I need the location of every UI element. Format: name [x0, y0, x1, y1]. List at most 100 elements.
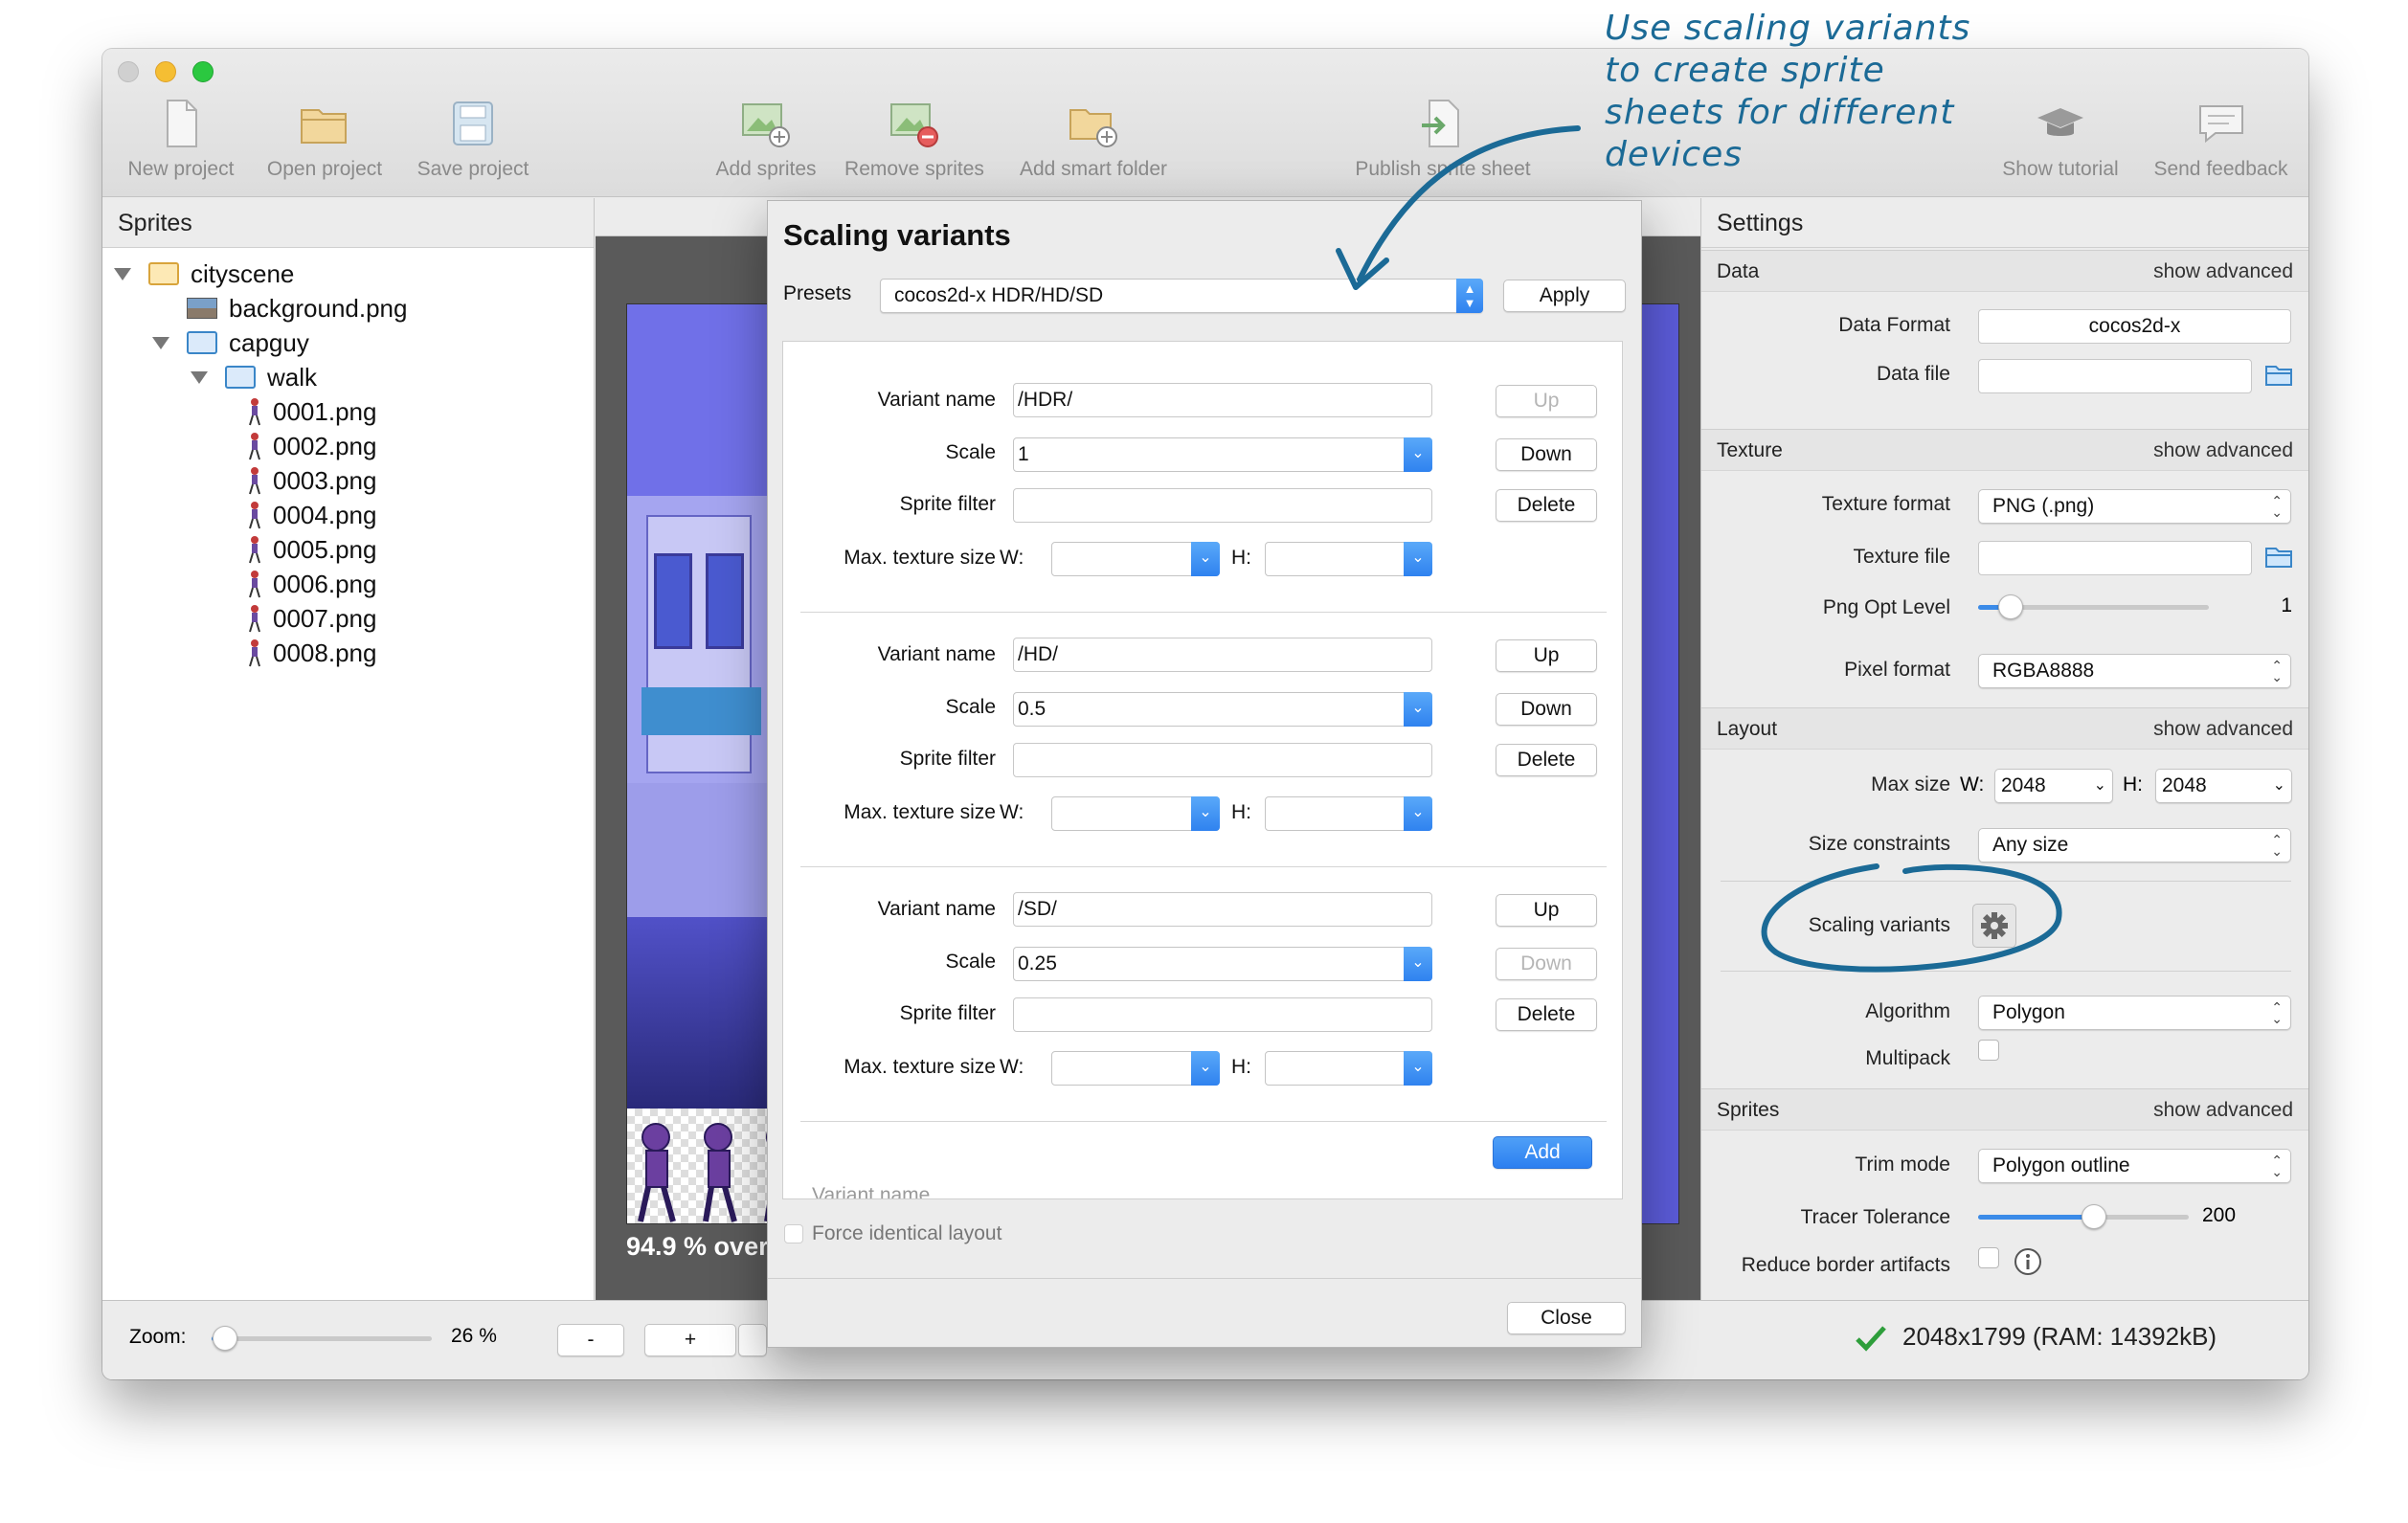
show-tutorial-button[interactable]: Show tutorial — [1989, 97, 2132, 181]
delete-variant-button[interactable]: Delete — [1496, 998, 1597, 1031]
tree-item[interactable]: 0007.png — [102, 602, 591, 635]
move-up-button[interactable]: Up — [1496, 385, 1597, 417]
presets-select[interactable]: cocos2d-x HDR/HD/SD ▲ ▼ — [880, 279, 1483, 313]
sprites-show-advanced-link[interactable]: show advanced — [2153, 1089, 2293, 1131]
zoom-out-button[interactable]: - — [557, 1324, 624, 1356]
layout-section-header: Layout show advanced — [1701, 707, 2308, 750]
move-down-button[interactable]: Down — [1496, 948, 1597, 980]
tree-item[interactable]: 0002.png — [102, 430, 591, 462]
move-down-button[interactable]: Down — [1496, 438, 1597, 471]
save-project-button[interactable]: Save project — [401, 97, 545, 181]
pixel-format-select[interactable]: RGBA8888 ⌃ ⌄ — [1978, 654, 2291, 688]
zoom-slider[interactable] — [212, 1326, 432, 1351]
texture-show-advanced-link[interactable]: show advanced — [2153, 430, 2293, 472]
publish-sprite-sheet-label: Publish sprite sheet — [1355, 158, 1531, 180]
minimize-window-button[interactable] — [155, 61, 176, 82]
sprite-filter-field[interactable] — [1013, 743, 1432, 777]
move-down-button[interactable]: Down — [1496, 693, 1597, 726]
info-icon[interactable] — [2014, 1247, 2042, 1276]
annotation-line-3: sheets for different — [1605, 93, 1955, 132]
data-file-folder-icon[interactable] — [2264, 363, 2293, 388]
open-project-button[interactable]: Open project — [253, 97, 396, 181]
chevron-down-icon: ⌄ — [1404, 542, 1432, 576]
tree-item[interactable]: 0008.png — [102, 637, 591, 669]
max-size-w-combo[interactable]: 2048 ⌄ — [1994, 769, 2113, 803]
variants-list: Variant name/HDR/Up Scale 1 ⌄ Down Sprite fil… — [782, 341, 1623, 1199]
move-up-button[interactable]: Up — [1496, 639, 1597, 672]
scaling-variants-button[interactable] — [1972, 904, 2016, 948]
data-show-advanced-link[interactable]: show advanced — [2153, 251, 2293, 293]
delete-variant-button[interactable]: Delete — [1496, 744, 1597, 776]
add-image-icon — [742, 103, 790, 147]
send-feedback-button[interactable]: Send feedback — [2142, 97, 2300, 181]
layout-show-advanced-link[interactable]: show advanced — [2153, 708, 2293, 750]
max-size-h-label: H: — [2123, 773, 2143, 795]
folder-icon — [187, 331, 217, 354]
max-texture-w-combo[interactable]: ⌄ — [1051, 1051, 1220, 1086]
zoom-fit-button[interactable] — [738, 1324, 767, 1356]
variant-block: Variant name/HD/Up Scale 0.5 ⌄ Down Sprite fi… — [783, 616, 1622, 870]
move-up-button[interactable]: Up — [1496, 894, 1597, 927]
disclosure-triangle-icon[interactable] — [114, 268, 131, 280]
png-opt-level-slider[interactable] — [1978, 594, 2209, 619]
save-disk-icon — [453, 101, 493, 146]
delete-variant-button[interactable]: Delete — [1496, 489, 1597, 522]
png-opt-level-knob[interactable] — [1998, 594, 2023, 619]
tree-item[interactable]: background.png — [102, 292, 591, 325]
variant-separator — [800, 1121, 1607, 1122]
close-dialog-button[interactable]: Close — [1507, 1302, 1626, 1334]
add-smart-folder-button[interactable]: Add smart folder — [998, 97, 1189, 181]
publish-sprite-sheet-button[interactable]: Publish sprite sheet — [1328, 97, 1558, 181]
max-texture-h-combo[interactable]: ⌄ — [1265, 796, 1432, 831]
texture-file-field[interactable] — [1978, 541, 2252, 575]
force-identical-layout-checkbox[interactable] — [784, 1224, 803, 1243]
trim-mode-select[interactable]: Polygon outline ⌃ ⌄ — [1978, 1149, 2291, 1183]
new-project-button[interactable]: New project — [114, 97, 248, 181]
image-thumbnail-icon — [187, 298, 217, 319]
sprite-filter-field[interactable] — [1013, 997, 1432, 1032]
disclosure-triangle-icon[interactable] — [152, 337, 169, 349]
scale-combo[interactable]: 0.25 ⌄ — [1013, 947, 1432, 981]
add-variant-button[interactable]: Add — [1493, 1136, 1592, 1169]
max-size-h-combo[interactable]: 2048 ⌄ — [2155, 769, 2292, 803]
multipack-checkbox[interactable] — [1978, 1040, 1999, 1061]
disclosure-triangle-icon[interactable] — [191, 371, 208, 384]
max-texture-w-label: W: — [1000, 547, 1024, 569]
reduce-border-artifacts-checkbox[interactable] — [1978, 1247, 1999, 1268]
variant-name-field[interactable]: /SD/ — [1013, 892, 1432, 927]
scale-combo[interactable]: 0.5 ⌄ — [1013, 692, 1432, 727]
variant-separator — [800, 866, 1607, 867]
zoom-window-button[interactable] — [192, 61, 214, 82]
data-file-field[interactable] — [1978, 359, 2252, 393]
tree-item[interactable]: 0006.png — [102, 568, 591, 600]
texture-file-folder-icon[interactable] — [2264, 545, 2293, 570]
max-texture-w-combo[interactable]: ⌄ — [1051, 542, 1220, 576]
tree-folder-cityscene[interactable]: cityscene — [102, 258, 591, 290]
algorithm-select[interactable]: Polygon ⌃ ⌄ — [1978, 996, 2291, 1030]
tree-item[interactable]: 0004.png — [102, 499, 591, 531]
data-format-field[interactable]: cocos2d-x — [1978, 309, 2291, 344]
apply-preset-button[interactable]: Apply — [1503, 280, 1626, 312]
close-window-button[interactable] — [118, 61, 139, 82]
zoom-slider-knob[interactable] — [213, 1326, 237, 1351]
tree-item[interactable]: 0003.png — [102, 464, 591, 497]
max-texture-w-combo[interactable]: ⌄ — [1051, 796, 1220, 831]
remove-sprites-button[interactable]: Remove sprites — [828, 97, 1001, 181]
scale-combo[interactable]: 1 ⌄ — [1013, 437, 1432, 472]
zoom-in-button[interactable]: + — [644, 1324, 736, 1356]
variant-name-field[interactable]: /HDR/ — [1013, 383, 1432, 417]
tree-item[interactable]: 0005.png — [102, 533, 591, 566]
max-texture-h-combo[interactable]: ⌄ — [1265, 542, 1432, 576]
texture-format-select[interactable]: PNG (.png) ⌃ ⌄ — [1978, 489, 2291, 524]
tree-item[interactable]: 0001.png — [102, 395, 591, 428]
tracer-tolerance-slider[interactable] — [1978, 1204, 2189, 1229]
add-sprites-button[interactable]: Add sprites — [694, 97, 838, 181]
gear-icon — [1981, 912, 2008, 939]
sprite-filter-field[interactable] — [1013, 488, 1432, 523]
size-constraints-select[interactable]: Any size ⌃ ⌄ — [1978, 828, 2291, 862]
tree-folder-walk[interactable]: walk — [102, 361, 591, 393]
tracer-tolerance-knob[interactable] — [2082, 1204, 2106, 1229]
max-texture-h-combo[interactable]: ⌄ — [1265, 1051, 1432, 1086]
tree-folder-capguy[interactable]: capguy — [102, 326, 591, 359]
variant-name-field[interactable]: /HD/ — [1013, 638, 1432, 672]
